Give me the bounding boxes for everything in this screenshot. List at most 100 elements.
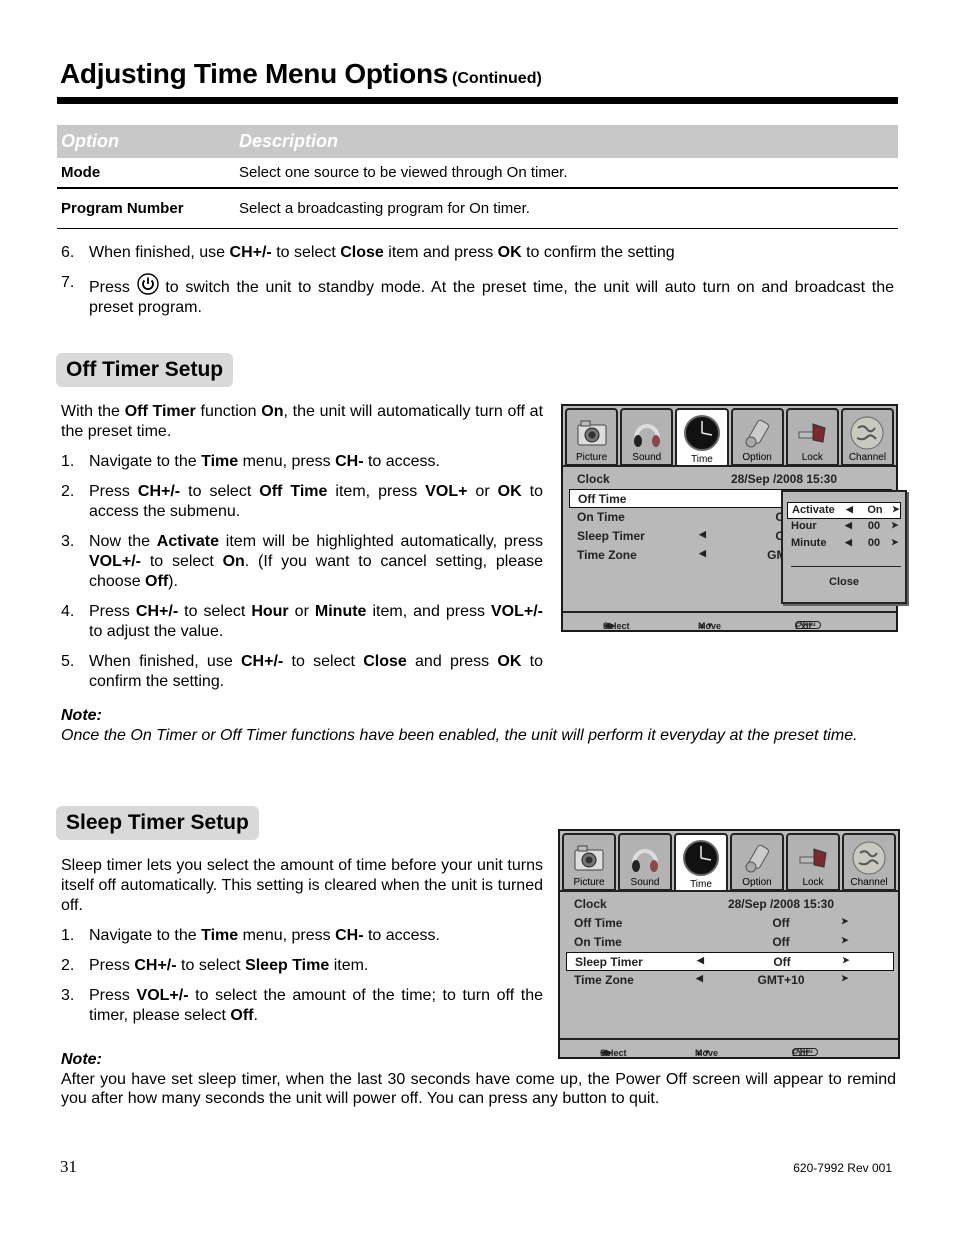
clock-icon xyxy=(683,840,719,876)
step-item: 3. Press VOL+/- to select the amount of t… xyxy=(61,987,544,1024)
option-cell: Program Number xyxy=(57,188,235,229)
gear-icon xyxy=(745,844,769,873)
tv-osd-sleep-timer: Picture Sound Time Option Lock Channel C… xyxy=(558,829,900,1059)
arrow-left-icon: ◀ xyxy=(699,529,706,539)
osd-hint-select: Select xyxy=(600,1048,627,1058)
tv-osd-off-time: Picture Sound Time Option Lock Channel C… xyxy=(561,404,907,632)
arrow-left-icon: ◀ xyxy=(697,955,704,965)
lock-icon xyxy=(798,423,826,443)
clock-icon xyxy=(683,415,720,451)
arrow-left-icon: ◀ xyxy=(845,537,852,547)
submenu-item-label: Hour xyxy=(791,520,817,532)
submenu-divider xyxy=(791,566,901,567)
step-item: 5. When finished, use CH+/- to select Clo… xyxy=(61,653,544,690)
osd-menu-item[interactable]: Off Time Off ➤ xyxy=(566,914,894,933)
header-option: Option xyxy=(57,125,235,158)
osd-item-value: 28/Sep /2008 15:30 xyxy=(730,472,838,486)
osd-tab-label: Sound xyxy=(632,452,662,463)
osd-tab-channel[interactable]: Channel xyxy=(842,833,896,891)
camera-icon xyxy=(577,420,607,446)
page-title: Adjusting Time Menu Options (Continued) xyxy=(60,58,542,90)
osd-item-label: Sleep Timer xyxy=(575,955,643,969)
off-time-submenu: Activate ◀ On ➤ Hour ◀ 00 ➤ Minute ◀ 00 … xyxy=(781,490,907,604)
osd-tab-picture[interactable]: Picture xyxy=(562,833,616,891)
osd-footer: ◀▶ Select ▲▼ Move Menu Exit xyxy=(560,1038,898,1058)
osd-hint-move: Move xyxy=(698,621,722,631)
continued-steps: 6. When finished, use CH+/- to select Cl… xyxy=(61,243,894,328)
options-table: Option Description Mode Select one sourc… xyxy=(57,125,898,229)
sleep-timer-heading: Sleep Timer Setup xyxy=(56,806,259,840)
step-item: 7. Press to switch the unit to standby m… xyxy=(61,273,894,318)
arrow-right-icon: ➤ xyxy=(891,537,899,547)
osd-tab-label: Lock xyxy=(801,452,823,463)
osd-tab-option[interactable]: Option xyxy=(730,408,784,466)
osd-tab-divider xyxy=(560,890,898,892)
osd-item-value: Off xyxy=(772,935,790,949)
headphones-icon xyxy=(633,424,660,447)
osd-item-label: Clock xyxy=(574,897,607,911)
osd-tab-time[interactable]: Time xyxy=(675,408,729,466)
osd-hint-exit: Exit xyxy=(795,621,812,631)
arrow-right-icon: ➤ xyxy=(842,955,850,965)
osd-tab-label: Sound xyxy=(630,877,660,888)
submenu-close-button[interactable]: Close xyxy=(783,576,905,588)
submenu-item[interactable]: Hour ◀ 00 ➤ xyxy=(787,519,901,536)
osd-menu-item[interactable]: Clock 28/Sep /2008 15:30 xyxy=(566,895,894,914)
osd-tab-time[interactable]: Time xyxy=(674,833,728,891)
osd-item-label: On Time xyxy=(574,935,622,949)
osd-footer: ◀▶ Select ▲▼ Move Menu Exit xyxy=(563,611,896,631)
step-item: 4. Press CH+/- to select Hour or Minute i… xyxy=(61,603,543,640)
osd-tab-channel[interactable]: Channel xyxy=(840,408,895,466)
title-continued: (Continued) xyxy=(452,70,542,87)
osd-item-label: Off Time xyxy=(574,916,623,930)
osd-tab-option[interactable]: Option xyxy=(730,833,784,891)
osd-menu-item[interactable]: Clock 28/Sep /2008 15:30 xyxy=(569,470,892,489)
note-title: Note: xyxy=(61,1051,102,1068)
arrow-right-icon: ➤ xyxy=(841,916,849,926)
osd-tab-picture[interactable]: Picture xyxy=(565,408,619,466)
osd-tab-label: Picture xyxy=(576,452,608,463)
step-item: 3. Now the Activate item will be highligh… xyxy=(61,533,544,590)
submenu-item-value: 00 xyxy=(867,520,881,532)
arrow-right-icon: ➤ xyxy=(891,520,899,530)
arrow-left-icon: ◀ xyxy=(696,973,703,983)
osd-menu-item[interactable]: Sleep Timer ◀ Off ➤ xyxy=(566,952,894,971)
sleep-timer-intro: Sleep timer lets you select the amount o… xyxy=(61,857,543,914)
description-cell: Select a broadcasting program for On tim… xyxy=(235,188,898,229)
note-text: After you have set sleep timer, when the… xyxy=(61,1071,896,1107)
osd-tab-label: Lock xyxy=(802,877,824,888)
osd-tab-label: Time xyxy=(690,879,712,890)
osd-tab-bar: Picture Sound Time Option Lock Channel xyxy=(565,408,895,466)
step-number: 6. xyxy=(61,244,75,261)
osd-tab-divider xyxy=(563,465,896,467)
table-row: Program Number Select a broadcasting pro… xyxy=(57,188,898,229)
arrow-right-icon: ➤ xyxy=(892,504,900,514)
osd-tab-sound[interactable]: Sound xyxy=(620,408,674,466)
table-row: Mode Select one source to be viewed thro… xyxy=(57,158,898,189)
osd-item-label: Off Time xyxy=(578,492,627,506)
submenu-item-value: On xyxy=(867,504,883,516)
arrow-left-icon: ◀ xyxy=(845,520,852,530)
arrow-left-icon: ◀ xyxy=(699,548,706,558)
osd-tab-sound[interactable]: Sound xyxy=(618,833,672,891)
osd-menu-item[interactable]: On Time Off ➤ xyxy=(566,933,894,952)
osd-tab-lock[interactable]: Lock xyxy=(786,833,840,891)
osd-hint-move: Move xyxy=(695,1048,719,1058)
title-text: Adjusting Time Menu Options xyxy=(60,58,449,89)
osd-tab-label: Option xyxy=(742,452,772,463)
arrow-left-icon: ◀ xyxy=(846,504,853,514)
osd-tab-label: Channel xyxy=(850,877,888,888)
osd-hint-exit: Exit xyxy=(792,1048,809,1058)
doc-revision: 620-7992 Rev 001 xyxy=(793,1161,892,1175)
submenu-item[interactable]: Activate ◀ On ➤ xyxy=(787,502,901,519)
globe-icon xyxy=(850,416,884,450)
note-title: Note: xyxy=(61,707,102,724)
step-number: 7. xyxy=(61,274,75,291)
off-timer-heading: Off Timer Setup xyxy=(56,353,234,387)
step-item: 1. Navigate to the Time menu, press CH- t… xyxy=(61,453,440,470)
osd-menu-item[interactable]: Time Zone ◀ GMT+10 ➤ xyxy=(566,971,894,990)
submenu-item[interactable]: Minute ◀ 00 ➤ xyxy=(787,536,901,553)
off-timer-intro: With the Off Timer function On, the unit… xyxy=(61,403,544,440)
submenu-item-value: 00 xyxy=(867,537,881,549)
osd-tab-lock[interactable]: Lock xyxy=(785,408,839,466)
